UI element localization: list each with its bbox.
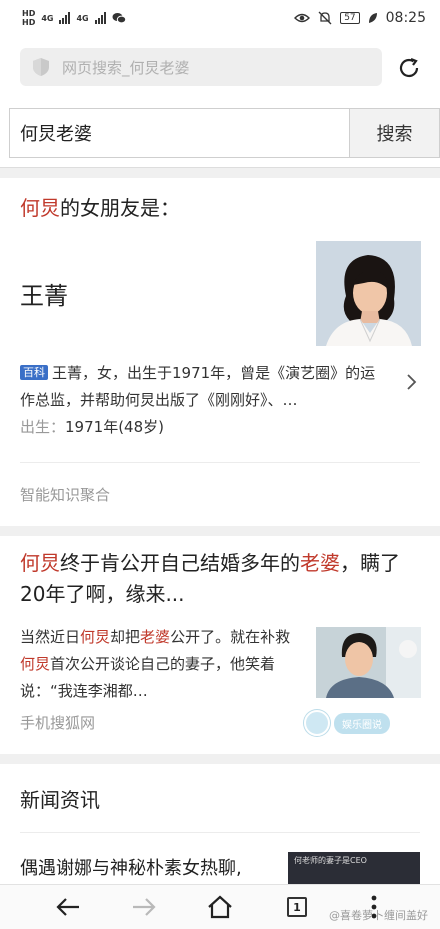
watermark-avatar — [304, 710, 330, 736]
tab-count: 1 — [287, 897, 307, 917]
network-type-2: 4G — [76, 13, 89, 23]
forward-button[interactable] — [130, 894, 158, 920]
knowledge-footer: 智能知识聚合 — [20, 486, 111, 504]
wechat-icon — [112, 13, 126, 24]
search-box: 搜索 — [9, 108, 440, 158]
battery-icon: 57 — [340, 12, 360, 24]
home-button[interactable] — [206, 894, 234, 920]
knowledge-card[interactable]: 何炅的女朋友是： 王菁 百科 王菁，女，出生于1971年，曾是《演艺圈》的运作总监… — [0, 178, 440, 526]
arrow-right-icon — [133, 898, 156, 916]
divider — [20, 832, 420, 833]
status-left: HD HD 4G 4G — [22, 9, 126, 27]
mute-icon — [318, 11, 332, 25]
status-bar: HD HD 4G 4G 57 08:25 — [0, 0, 440, 36]
address-bar[interactable]: 网页搜索_何炅老婆 — [20, 48, 382, 86]
news-section-title: 新闻资讯 — [20, 788, 100, 812]
search-button[interactable]: 搜索 — [349, 109, 439, 157]
article-thumbnail[interactable] — [316, 627, 421, 698]
search-area: 搜索 — [0, 98, 440, 168]
eye-icon — [294, 13, 311, 23]
address-text: 网页搜索_何炅老婆 — [62, 58, 190, 77]
person-name: 王菁 — [20, 282, 68, 310]
hd-badge: HD HD — [22, 9, 36, 27]
birth-info: 出生：1971年(48岁) — [20, 418, 164, 436]
article-snippet: 当然近日何炅却把老婆公开了。就在补救何炅首次公开谈论自己的妻子，他笑着说：“我连… — [20, 628, 291, 700]
watermark-text: 娱乐圈说 — [334, 712, 390, 734]
leaf-icon — [368, 13, 377, 23]
article-card[interactable]: 何炅终于肯公开自己结婚多年的老婆，瞒了20年了啊，缘来... 当然近日何炅却把老… — [0, 536, 440, 754]
search-input[interactable] — [10, 109, 349, 157]
news-card: 新闻资讯 偶遇谢娜与神秘朴素女热聊, 何老师的妻子是CEO — [0, 764, 440, 884]
signal-icon-2 — [94, 12, 106, 24]
address-bar-area: 网页搜索_何炅老婆 — [0, 36, 440, 98]
tabs-button[interactable]: 1 — [283, 894, 311, 920]
clock: 08:25 — [385, 10, 426, 26]
article-title[interactable]: 何炅终于肯公开自己结婚多年的老婆，瞒了20年了啊，缘来... — [20, 548, 420, 610]
knowledge-title: 何炅的女朋友是： — [20, 196, 180, 220]
divider — [20, 462, 420, 463]
portrait-image[interactable] — [316, 241, 421, 346]
chevron-right-icon[interactable] — [406, 374, 418, 390]
baike-tag: 百科 — [20, 365, 48, 380]
signal-icon — [59, 12, 71, 24]
news-thumbnail-caption: 何老师的妻子是CEO — [294, 856, 367, 865]
watermark-badge: 娱乐圈说 — [304, 710, 390, 736]
home-icon — [208, 895, 232, 919]
status-right: 57 08:25 — [294, 10, 426, 26]
news-thumbnail[interactable]: 何老师的妻子是CEO — [288, 852, 420, 884]
shield-icon — [33, 58, 49, 76]
weibo-watermark: @喜卷萝卜缠间盖好 — [329, 909, 428, 922]
reload-icon[interactable] — [398, 57, 420, 79]
arrow-left-icon — [56, 898, 79, 916]
bottom-nav: 1 @喜卷萝卜缠间盖好 — [0, 884, 440, 929]
knowledge-description: 百科 王菁，女，出生于1971年，曾是《演艺圈》的运作总监，并帮助何炅出版了《刚刚… — [20, 364, 376, 409]
news-item-title[interactable]: 偶遇谢娜与神秘朴素女热聊, — [20, 854, 242, 880]
back-button[interactable] — [54, 894, 82, 920]
article-source: 手机搜狐网 — [20, 714, 96, 732]
network-type: 4G — [41, 13, 54, 23]
